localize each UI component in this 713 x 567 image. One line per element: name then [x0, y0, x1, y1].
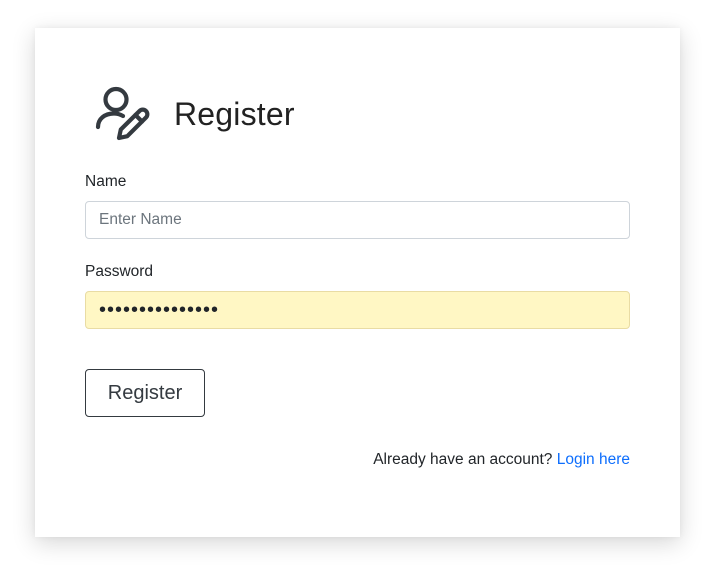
login-prompt-text: Already have an account? — [373, 451, 553, 468]
password-input[interactable] — [85, 291, 630, 329]
login-prompt: Already have an account? Login here — [373, 451, 630, 469]
login-link[interactable]: Login here — [557, 451, 630, 468]
password-label: Password — [85, 263, 154, 280]
register-card: Register Name Password Register Already … — [35, 28, 680, 537]
page-title: Register — [174, 95, 295, 132]
name-input[interactable] — [85, 201, 630, 239]
name-label: Name — [85, 173, 127, 190]
user-edit-icon — [95, 84, 151, 144]
register-button[interactable]: Register — [85, 369, 205, 417]
register-header: Register — [95, 84, 295, 144]
